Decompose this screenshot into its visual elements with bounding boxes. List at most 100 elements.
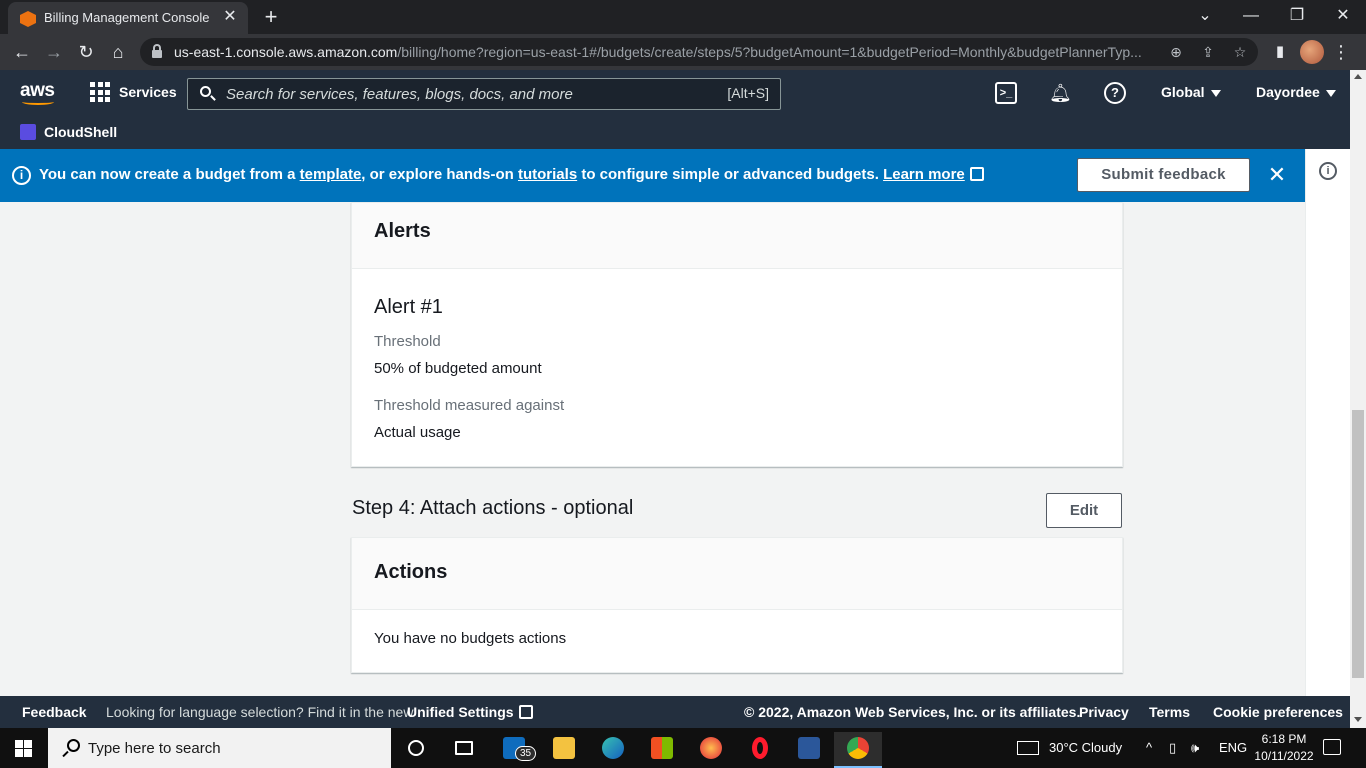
browser-tab[interactable]: Billing Management Console ✕ — [8, 2, 248, 34]
unified-settings-link[interactable]: Unified Settings — [407, 704, 533, 720]
clock-date: 10/11/2022 — [1254, 749, 1314, 763]
tab-title: Billing Management Console — [44, 10, 210, 25]
restore-window-button[interactable]: ❐ — [1274, 0, 1320, 32]
battery-icon[interactable]: ▯ — [1169, 740, 1176, 756]
region-selector[interactable]: Global — [1161, 84, 1221, 100]
cookie-preferences-link[interactable]: Cookie preferences — [1213, 704, 1343, 720]
aws-logo[interactable]: aws — [20, 80, 56, 106]
aws-favicon-icon — [20, 11, 36, 27]
info-panel-icon[interactable]: i — [1319, 162, 1337, 180]
search-input[interactable] — [226, 79, 696, 109]
chrome-icon[interactable] — [834, 732, 882, 768]
language-selection-text: Looking for language selection? Find it … — [106, 704, 414, 720]
tab-close-icon[interactable]: ✕ — [220, 7, 240, 27]
browser-title-bar: Billing Management Console ✕ + ⌄ — ❐ ✕ — [0, 0, 1366, 34]
browser-menu-icon[interactable]: ⋮ — [1332, 40, 1350, 64]
alerts-card: Alerts Alert #1 Threshold 50% of budgete… — [351, 202, 1123, 467]
forward-arrow-icon[interactable]: → — [42, 40, 66, 64]
input-language-indicator[interactable]: ENG — [1219, 740, 1247, 755]
system-clock[interactable]: 6:18 PM 10/11/2022 — [1248, 731, 1320, 765]
measured-against-value: Actual usage — [374, 424, 461, 441]
info-flashbar: i You can now create a budget from a tem… — [0, 149, 1305, 202]
caret-down-icon — [1325, 89, 1336, 97]
account-menu[interactable]: Dayordee — [1256, 84, 1336, 100]
cortana-icon[interactable] — [392, 732, 440, 768]
weather-icon[interactable] — [1017, 741, 1039, 755]
threshold-label: Threshold — [374, 333, 441, 350]
step-4-heading: Step 4: Attach actions - optional — [352, 497, 634, 519]
submit-feedback-button[interactable]: Submit feedback — [1077, 158, 1250, 192]
reload-icon[interactable]: ↻ — [74, 40, 98, 64]
windows-taskbar: 35 30°C Cloudy ^ ▯ 🕪︎ ENG 6:18 PM 10/11/… — [0, 728, 1366, 768]
aws-footer: Feedback Looking for language selection?… — [0, 696, 1350, 728]
scroll-thumb[interactable] — [1352, 410, 1364, 678]
volume-icon[interactable]: 🕪︎ — [1191, 740, 1199, 756]
tab-search-dropdown-icon[interactable]: ⌄ — [1182, 0, 1228, 32]
feedback-link[interactable]: Feedback — [22, 704, 87, 720]
edit-step-4-button[interactable]: Edit — [1046, 493, 1122, 528]
external-link-icon — [518, 705, 533, 719]
browser-toolbar: ← → ↻ ⌂ us-east-1.console.aws.amazon.com… — [0, 34, 1366, 70]
clock-time: 6:18 PM — [1261, 732, 1307, 746]
learn-more-link[interactable]: Learn more — [883, 166, 965, 183]
external-link-icon — [969, 167, 984, 181]
zoom-icon[interactable]: ⊕ — [1166, 42, 1186, 62]
edge-browser-icon[interactable] — [589, 732, 637, 768]
url-text[interactable]: us-east-1.console.aws.amazon.com/billing… — [174, 44, 1164, 60]
actions-heading: Actions — [374, 561, 448, 583]
unified-search-box[interactable]: [Alt+S] — [187, 78, 781, 110]
taskbar-search-input[interactable] — [88, 728, 378, 768]
taskbar-search-box[interactable] — [48, 728, 391, 768]
share-icon[interactable]: ⇪ — [1198, 42, 1218, 62]
alert-title: Alert #1 — [374, 296, 443, 318]
opera-icon[interactable] — [736, 732, 784, 768]
aws-smile-icon — [22, 99, 54, 105]
scroll-up-arrow-icon[interactable] — [1354, 74, 1362, 79]
new-tab-button[interactable]: + — [258, 4, 284, 30]
privacy-link[interactable]: Privacy — [1079, 704, 1129, 720]
bookmark-star-icon[interactable]: ☆ — [1230, 42, 1250, 62]
services-grid-icon — [90, 82, 110, 102]
show-hidden-icons-icon[interactable]: ^ — [1146, 740, 1152, 755]
address-bar[interactable]: us-east-1.console.aws.amazon.com/billing… — [140, 38, 1258, 66]
close-window-button[interactable]: ✕ — [1320, 0, 1366, 32]
home-icon[interactable]: ⌂ — [106, 40, 130, 64]
notifications-bell-icon[interactable]: 🔔︎ — [1049, 82, 1072, 104]
help-icon[interactable]: ? — [1104, 82, 1126, 104]
search-icon — [62, 739, 80, 757]
notification-center-icon[interactable] — [1323, 739, 1341, 755]
actions-card: Actions You have no budgets actions — [351, 537, 1123, 673]
file-explorer-icon[interactable] — [540, 732, 588, 768]
terms-link[interactable]: Terms — [1149, 704, 1190, 720]
microsoft-store-icon[interactable] — [638, 732, 686, 768]
windows-start-icon[interactable] — [15, 740, 32, 757]
search-icon — [200, 86, 216, 102]
caret-down-icon — [1210, 89, 1221, 97]
lock-icon[interactable] — [152, 44, 162, 58]
cloudshell-service-icon — [20, 124, 36, 140]
tools-panel-rail: i — [1305, 149, 1350, 696]
scroll-down-arrow-icon[interactable] — [1354, 717, 1362, 722]
word-icon[interactable] — [785, 732, 833, 768]
template-link[interactable]: template — [300, 166, 362, 183]
minimize-window-button[interactable]: — — [1228, 0, 1274, 32]
side-panel-icon[interactable]: ▮ — [1268, 40, 1292, 64]
actions-card-header: Actions — [352, 538, 1122, 610]
search-shortcut-hint: [Alt+S] — [727, 85, 769, 101]
back-arrow-icon[interactable]: ← — [10, 40, 34, 64]
dismiss-flashbar-close-icon[interactable]: ✕ — [1266, 163, 1288, 187]
info-icon: i — [12, 166, 31, 185]
no-actions-text: You have no budgets actions — [374, 630, 567, 647]
page-scrollbar[interactable] — [1350, 70, 1366, 728]
profile-avatar[interactable] — [1300, 40, 1324, 64]
task-view-icon[interactable] — [440, 732, 488, 768]
flashbar-message: You can now create a budget from a templ… — [39, 166, 984, 183]
weather-text[interactable]: 30°C Cloudy — [1049, 740, 1122, 755]
aws-top-nav: aws Services [Alt+S] >_ 🔔︎ ? Global Dayo… — [0, 70, 1350, 149]
mail-app-icon[interactable]: 35 — [490, 732, 538, 768]
firefox-icon[interactable] — [687, 732, 735, 768]
alerts-heading: Alerts — [374, 220, 431, 242]
tutorials-link[interactable]: tutorials — [518, 166, 577, 183]
mail-unread-badge: 35 — [515, 746, 537, 761]
cloudshell-icon[interactable]: >_ — [995, 82, 1017, 104]
